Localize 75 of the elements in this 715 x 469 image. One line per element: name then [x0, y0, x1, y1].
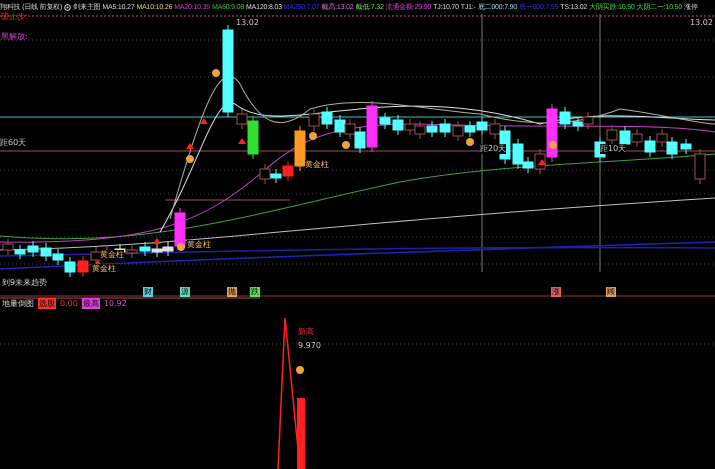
candlestick	[322, 106, 332, 130]
candlestick	[414, 120, 426, 140]
candlestick	[656, 128, 668, 148]
signal-label: 黄金柱	[100, 250, 124, 260]
gear-icon[interactable]	[64, 4, 72, 10]
signal-icon	[549, 141, 557, 149]
signal-label: 黄金柱	[92, 264, 116, 274]
signal-icon	[186, 155, 194, 163]
signal-marker: 抛	[227, 287, 237, 297]
volume-bar	[297, 398, 305, 469]
signal-icon	[466, 138, 474, 146]
field-label: 选股	[38, 298, 56, 309]
signal-marker: 源	[180, 287, 190, 297]
candlestick	[52, 248, 64, 266]
candlestick	[126, 244, 138, 258]
distance-label: 距60天	[0, 138, 26, 148]
candlestick	[426, 120, 438, 138]
field-value: 0.00	[60, 299, 78, 308]
candlestick	[560, 106, 570, 130]
candlestick	[28, 240, 38, 258]
candlestick	[680, 138, 692, 154]
signal-marker: 财	[143, 287, 153, 297]
candlestick	[632, 128, 642, 148]
candlestick	[14, 244, 26, 260]
candlestick	[476, 116, 488, 136]
distance-label: 距20天	[480, 144, 506, 154]
candlestick	[64, 256, 76, 278]
candlestick	[644, 136, 656, 158]
candlestick	[440, 118, 450, 138]
signal-icon	[177, 243, 185, 251]
signal-marker: 涨	[551, 287, 561, 297]
distance-label: 距10天	[600, 144, 626, 154]
candlestick	[404, 118, 416, 136]
price-label: 13.02	[690, 18, 713, 28]
signal-label: 黄金柱	[187, 240, 211, 250]
panel-title: 地量倒图	[2, 298, 34, 309]
candlestick	[40, 242, 52, 262]
candlestick	[2, 238, 14, 256]
candlestick	[392, 114, 404, 136]
triangle-icon	[153, 238, 161, 244]
candlestick	[270, 168, 282, 184]
candlestick	[152, 244, 162, 258]
trend-label: 到9未来趋势	[2, 278, 48, 288]
candlestick	[140, 242, 150, 256]
candlestick	[694, 148, 706, 184]
triangle-icon	[200, 118, 208, 124]
triangle-icon	[186, 143, 194, 149]
candlestick	[344, 118, 356, 140]
triangle-icon	[538, 159, 546, 165]
level-label: 望止步:	[1, 12, 28, 22]
candlestick	[308, 108, 320, 132]
candlestick	[606, 124, 618, 146]
signal-icon	[342, 141, 350, 149]
candlestick	[572, 116, 584, 132]
field-label: 最高	[82, 298, 100, 309]
candlestick	[380, 112, 390, 130]
peak-value: 9.970	[298, 341, 321, 351]
signal-marker: 顾	[606, 287, 616, 297]
candlestick	[582, 112, 594, 130]
candlestick	[452, 120, 464, 142]
candlestick	[260, 164, 270, 184]
signal-icon	[212, 69, 220, 77]
signal-icon	[309, 132, 317, 140]
candlestick	[78, 256, 88, 278]
signal-label: 黄金柱	[305, 160, 329, 170]
signal-icon	[296, 366, 304, 374]
triangle-icon	[238, 138, 246, 144]
signal-marker: 跌	[250, 287, 260, 297]
candlestick	[334, 114, 346, 138]
field-value: 10.92	[104, 299, 127, 308]
level-label: 黑解放:	[1, 32, 28, 42]
candlestick	[666, 136, 678, 160]
price-label: 13.02	[236, 18, 259, 28]
peak-label: 新高	[298, 327, 314, 337]
candlestick	[464, 120, 476, 138]
